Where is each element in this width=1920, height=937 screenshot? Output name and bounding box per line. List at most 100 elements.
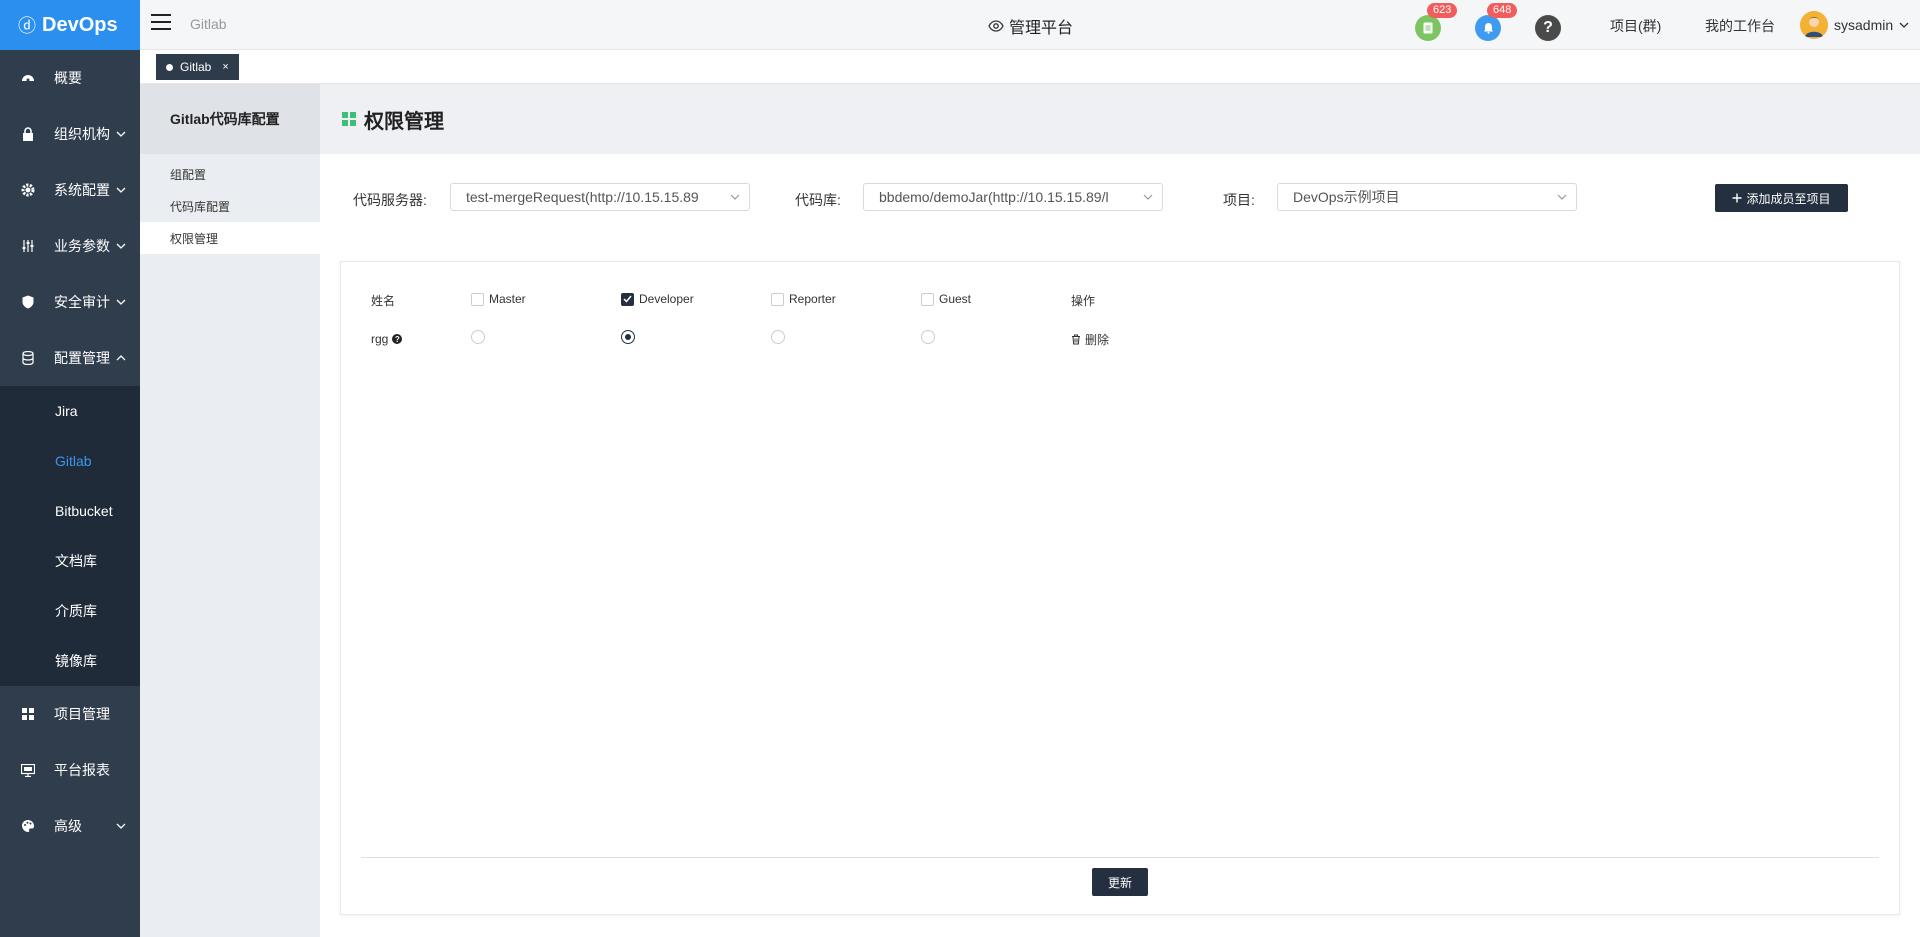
tab-gitlab[interactable]: Gitlab × — [156, 54, 239, 80]
project-select-value: DevOps示例项目 — [1293, 189, 1400, 205]
submenu-item-jira[interactable]: Jira — [0, 386, 140, 436]
close-icon[interactable]: × — [222, 61, 228, 73]
sidebar-item-label: 概要 — [54, 70, 82, 86]
palette-icon — [20, 818, 36, 834]
workspace-link[interactable]: 我的工作台 — [1705, 16, 1775, 36]
server-select[interactable]: test-mergeRequest(http://10.15.15.89 — [450, 183, 750, 211]
chevron-down-icon — [116, 823, 126, 829]
role-radio-guest[interactable] — [921, 330, 935, 344]
dashboard-icon — [20, 70, 36, 86]
developer-select-all-checkbox[interactable] — [621, 292, 634, 306]
submenu-item-bitbucket[interactable]: Bitbucket — [0, 486, 140, 536]
sidebar-item-config-management[interactable]: 配置管理 — [0, 330, 140, 386]
permissions-panel: 姓名 Master Developer Reporter Guest 操作 rg… — [340, 261, 1900, 915]
subnav-item-group-config[interactable]: 组配置 — [140, 158, 320, 190]
plus-icon — [1732, 193, 1742, 203]
project-select[interactable]: DevOps示例项目 — [1277, 183, 1577, 211]
server-label: 代码服务器: — [353, 192, 427, 208]
lock-icon — [20, 126, 36, 142]
sidebar-item-project-management[interactable]: 项目管理 — [0, 686, 140, 742]
subnav-item-repo-config[interactable]: 代码库配置 — [140, 190, 320, 222]
header-master: Master — [471, 292, 526, 306]
subnav-item-permissions[interactable]: 权限管理 — [140, 222, 320, 254]
sliders-icon — [20, 238, 36, 254]
sidebar-item-business-params[interactable]: 业务参数 — [0, 218, 140, 274]
grid-icon — [20, 706, 36, 722]
sidebar-item-label: 项目管理 — [54, 706, 110, 722]
tasks-badge: 623 — [1427, 3, 1458, 18]
document-icon — [1423, 22, 1433, 34]
user-menu[interactable]: sysadmin — [1800, 11, 1909, 39]
platform-title[interactable]: 管理平台 — [988, 14, 1073, 38]
bell-icon — [1483, 23, 1493, 34]
role-radio-master[interactable] — [471, 330, 485, 344]
content-header: 权限管理 — [320, 84, 1920, 154]
tasks-button[interactable]: 623 — [1415, 3, 1458, 41]
submenu-item-gitlab[interactable]: Gitlab — [0, 436, 140, 486]
help-icon[interactable]: ? — [392, 334, 403, 344]
grid-icon — [342, 112, 356, 126]
server-select-value: test-mergeRequest(http://10.15.15.89 — [466, 189, 699, 205]
platform-title-label: 管理平台 — [1009, 20, 1074, 37]
add-member-button[interactable]: 添加成员至项目 — [1715, 184, 1848, 212]
header-name: 姓名 — [371, 294, 396, 308]
role-radio-reporter[interactable] — [771, 330, 785, 344]
breadcrumb: Gitlab — [190, 16, 227, 32]
header-guest: Guest — [921, 292, 971, 306]
sidebar-item-overview[interactable]: 概要 — [0, 50, 140, 106]
sidebar-item-organization[interactable]: 组织机构 — [0, 106, 140, 162]
chevron-down-icon — [1899, 22, 1909, 28]
devops-logo-icon: ⓓ — [18, 16, 36, 36]
update-button[interactable]: 更新 — [1092, 868, 1148, 896]
active-dot-icon — [166, 63, 173, 71]
delete-member-button[interactable]: 删除 — [1071, 331, 1109, 348]
avatar — [1800, 11, 1828, 39]
submenu-item-media-library[interactable]: 介质库 — [0, 586, 140, 636]
sidebar-item-platform-reports[interactable]: 平台报表 — [0, 742, 140, 798]
divider — [361, 857, 1879, 858]
add-member-label: 添加成员至项目 — [1746, 191, 1831, 206]
sidebar-item-label: 安全审计 — [54, 294, 110, 310]
sidebar: ⓓ DevOps 概要 组织机构 系统配置 业务参数 安全审计 配置管理 Jir… — [0, 0, 140, 937]
subnav-title: Gitlab代码库配置 — [140, 84, 320, 154]
chevron-down-icon — [1143, 194, 1153, 200]
notifications-badge: 648 — [1487, 3, 1518, 18]
sidebar-item-label: 平台报表 — [54, 762, 110, 778]
repo-label: 代码库: — [795, 192, 841, 208]
submenu-item-image-library[interactable]: 镜像库 — [0, 636, 140, 686]
sidebar-item-label: 系统配置 — [54, 182, 110, 198]
repo-select[interactable]: bbdemo/demoJar(http://10.15.15.89/l — [863, 183, 1163, 211]
chevron-down-icon — [116, 187, 126, 193]
sidebar-item-label: 高级 — [54, 818, 82, 834]
page-title: 权限管理 — [364, 110, 444, 133]
sidebar-item-label: 配置管理 — [54, 350, 110, 366]
help-icon[interactable]: ? — [1535, 15, 1561, 41]
project-label: 项目: — [1223, 192, 1255, 208]
chevron-down-icon — [1557, 194, 1567, 200]
role-radio-developer[interactable] — [621, 330, 635, 344]
menu-toggle-icon[interactable] — [151, 14, 171, 32]
sidebar-item-system-config[interactable]: 系统配置 — [0, 162, 140, 218]
chevron-down-icon — [116, 299, 126, 305]
submenu-item-doc-library[interactable]: 文档库 — [0, 536, 140, 586]
monitor-icon — [20, 762, 36, 778]
tab-label: Gitlab — [180, 60, 212, 74]
notifications-button[interactable]: 648 — [1475, 3, 1518, 41]
config-submenu: Jira Gitlab Bitbucket 文档库 介质库 镜像库 — [0, 386, 140, 686]
tabs-bar: Gitlab × — [140, 50, 1920, 84]
sidebar-item-label: 组织机构 — [54, 126, 110, 142]
reporter-select-all-checkbox[interactable] — [771, 292, 784, 306]
sidebar-item-security-audit[interactable]: 安全审计 — [0, 274, 140, 330]
chevron-down-icon — [116, 243, 126, 249]
eye-icon — [988, 20, 1004, 32]
projects-link[interactable]: 项目(群) — [1610, 16, 1661, 36]
username: sysadmin — [1834, 17, 1894, 33]
top-header: Gitlab 管理平台 623 648 ? 项目(群) 我的工作台 sysadm… — [140, 0, 1920, 50]
brand-logo[interactable]: ⓓ DevOps — [0, 0, 140, 50]
master-select-all-checkbox[interactable] — [471, 292, 484, 306]
trash-icon — [1072, 334, 1080, 345]
guest-select-all-checkbox[interactable] — [921, 292, 934, 306]
database-icon — [20, 350, 36, 366]
sidebar-item-advanced[interactable]: 高级 — [0, 798, 140, 854]
header-reporter: Reporter — [771, 292, 836, 306]
